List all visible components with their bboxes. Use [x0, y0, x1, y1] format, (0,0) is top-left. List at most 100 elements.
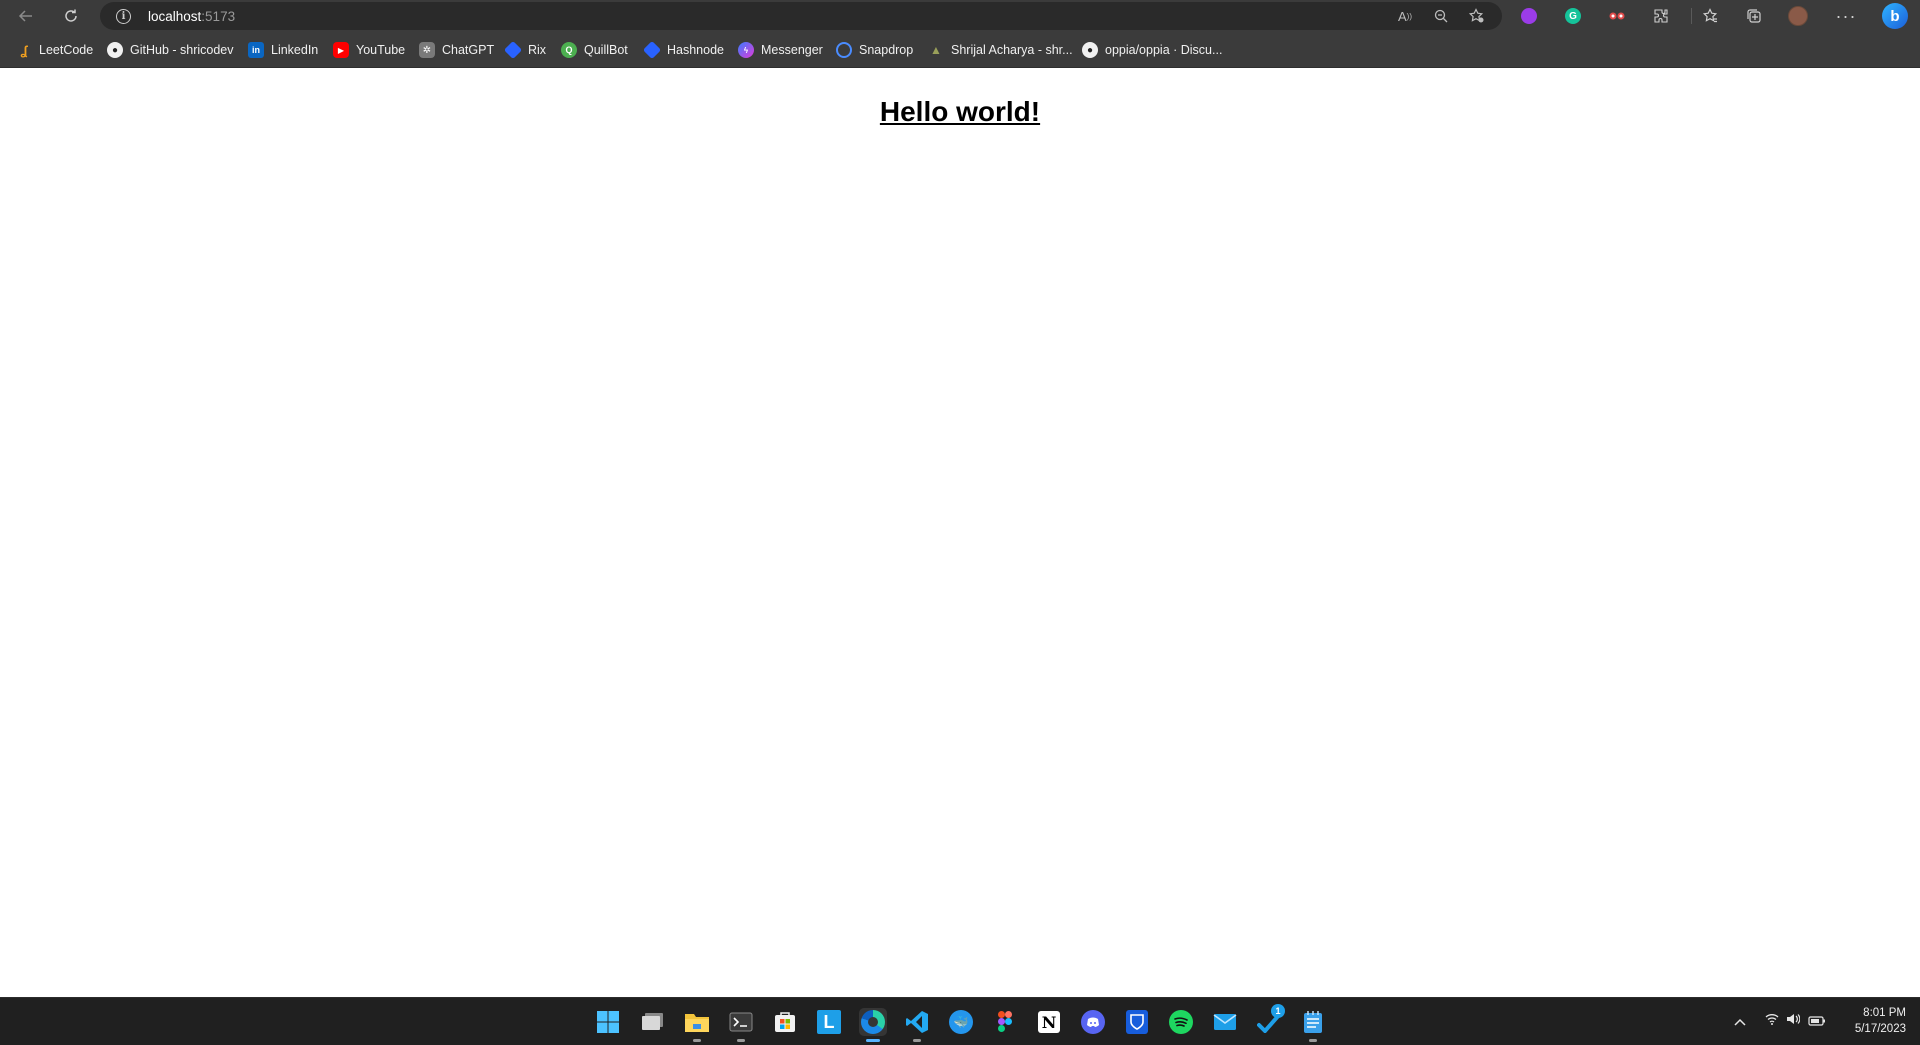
- bing-chat-icon[interactable]: b: [1880, 2, 1910, 30]
- task-view-button[interactable]: [639, 1008, 667, 1036]
- github-icon: ●: [1082, 42, 1098, 58]
- github-icon: ●: [107, 42, 123, 58]
- mail-button[interactable]: [1211, 1008, 1239, 1036]
- file-explorer-button[interactable]: [683, 1008, 711, 1042]
- extension-purple-icon[interactable]: [1517, 4, 1541, 28]
- bookmark-snapdrop[interactable]: Snapdrop: [836, 40, 913, 60]
- bookmarks-bar: ʆ LeetCode ● GitHub - shricodev in Linke…: [0, 32, 1920, 68]
- bookmark-shrijal-acharya[interactable]: ▲ Shrijal Acharya - shr...: [928, 40, 1073, 60]
- spotify-icon: [1169, 1010, 1193, 1034]
- clock-time: 8:01 PM: [1863, 1007, 1906, 1019]
- bitwarden-button[interactable]: [1123, 1008, 1151, 1036]
- tray-overflow-chevron-icon[interactable]: [1734, 1014, 1746, 1029]
- windows-logo-icon: [597, 1011, 619, 1033]
- bookmark-rix[interactable]: Rix: [503, 40, 547, 60]
- bookmark-label: ChatGPT: [442, 43, 495, 57]
- figma-icon: [998, 1011, 1012, 1032]
- refresh-icon: [65, 9, 77, 22]
- docker-button[interactable]: 🐳: [947, 1008, 975, 1036]
- running-indicator: [913, 1039, 921, 1042]
- clock-date: 5/17/2023: [1854, 1023, 1906, 1035]
- bookmark-label: Snapdrop: [859, 43, 914, 57]
- discord-icon: [1081, 1010, 1105, 1034]
- task-view-icon: [642, 1013, 663, 1030]
- rix-icon: [503, 40, 523, 60]
- bookmark-label: GitHub - shricodev: [130, 43, 234, 57]
- read-aloud-icon[interactable]: A)): [1393, 6, 1417, 26]
- address-bar[interactable]: i localhost:5173 A)): [100, 2, 1502, 30]
- bookmark-quillbot[interactable]: Q QuillBot: [561, 40, 628, 60]
- figma-button[interactable]: [991, 1008, 1019, 1036]
- store-icon: [775, 1012, 795, 1032]
- bookmark-messenger[interactable]: ϟ Messenger: [738, 40, 823, 60]
- discord-button[interactable]: [1079, 1008, 1107, 1036]
- letter-l-icon: L: [817, 1010, 841, 1034]
- app-blue-check-button[interactable]: 1: [1255, 1004, 1285, 1036]
- terminal-button[interactable]: [727, 1008, 755, 1042]
- volume-icon[interactable]: [1786, 1013, 1801, 1028]
- back-button[interactable]: [14, 4, 38, 28]
- grammarly-icon[interactable]: G: [1561, 4, 1585, 28]
- site-info-icon[interactable]: i: [116, 9, 131, 24]
- more-menu-icon[interactable]: ···: [1834, 4, 1858, 28]
- back-arrow-icon: [18, 10, 32, 22]
- notepad-button[interactable]: [1299, 1008, 1327, 1042]
- taskbar: L 🐳 N 1 8:01 PM 5/17/2023: [0, 997, 1920, 1045]
- snapdrop-icon: [836, 42, 852, 58]
- edge-button[interactable]: [859, 1008, 887, 1042]
- notepad-icon: [1304, 1011, 1322, 1033]
- notion-icon: N: [1038, 1011, 1060, 1033]
- bookmark-label: Rix: [528, 43, 547, 57]
- bookmark-label: Messenger: [761, 43, 823, 57]
- taskbar-clock[interactable]: 8:01 PM 5/17/2023: [1828, 1005, 1906, 1037]
- bookmark-youtube[interactable]: ▶ YouTube: [333, 40, 405, 60]
- hashnode-icon: [642, 40, 662, 60]
- vscode-button[interactable]: [903, 1008, 931, 1042]
- chatgpt-icon: ✲: [419, 42, 435, 58]
- running-indicator: [737, 1039, 745, 1042]
- bitwarden-shield-icon: [1126, 1010, 1148, 1034]
- bookmark-label: LinkedIn: [271, 43, 319, 57]
- favorites-icon[interactable]: [1698, 4, 1722, 28]
- wifi-icon[interactable]: [1765, 1013, 1779, 1028]
- app-l-button[interactable]: L: [815, 1008, 843, 1036]
- quillbot-icon: Q: [561, 42, 577, 58]
- messenger-icon: ϟ: [738, 42, 754, 58]
- bookmark-label: Shrijal Acharya - shr...: [951, 43, 1073, 57]
- running-indicator: [866, 1039, 880, 1042]
- bookmark-chatgpt[interactable]: ✲ ChatGPT: [419, 40, 494, 60]
- bookmark-label: YouTube: [356, 43, 406, 57]
- bookmark-label: QuillBot: [584, 43, 628, 57]
- running-indicator: [693, 1039, 701, 1042]
- vscode-icon: [906, 1011, 928, 1033]
- bookmark-leetcode[interactable]: ʆ LeetCode: [16, 40, 93, 60]
- page-viewport: Hello world!: [0, 68, 1920, 997]
- zoom-out-icon[interactable]: [1429, 6, 1453, 26]
- bookmark-hashnode[interactable]: Hashnode: [642, 40, 724, 60]
- bookmark-label: LeetCode: [39, 43, 94, 57]
- running-indicator: [1309, 1039, 1317, 1042]
- start-button[interactable]: [594, 1008, 622, 1036]
- linkedin-icon: in: [248, 42, 264, 58]
- edge-icon: [861, 1010, 885, 1034]
- profile-avatar[interactable]: [1786, 4, 1810, 28]
- collections-icon[interactable]: [1742, 4, 1766, 28]
- bookmark-linkedin[interactable]: in LinkedIn: [248, 40, 318, 60]
- add-favorite-icon[interactable]: [1465, 6, 1489, 26]
- notion-button[interactable]: N: [1035, 1008, 1063, 1036]
- terminal-icon: [729, 1012, 753, 1032]
- store-button[interactable]: [771, 1008, 799, 1036]
- refresh-button[interactable]: [59, 4, 83, 28]
- docker-icon: 🐳: [949, 1010, 973, 1034]
- mail-icon: [1213, 1014, 1237, 1030]
- battery-icon[interactable]: [1808, 1014, 1826, 1029]
- extension-glasses-icon[interactable]: [1605, 4, 1629, 28]
- address-text[interactable]: localhost:5173: [148, 9, 235, 24]
- folder-icon: [685, 1014, 709, 1032]
- spotify-button[interactable]: [1167, 1008, 1195, 1036]
- leetcode-icon: ʆ: [20, 42, 28, 58]
- extensions-icon[interactable]: [1649, 4, 1673, 28]
- bookmark-label: Hashnode: [667, 43, 724, 57]
- bookmark-github-shricodev[interactable]: ● GitHub - shricodev: [107, 40, 234, 60]
- bookmark-oppia[interactable]: ● oppia/oppia · Discu...: [1082, 40, 1222, 60]
